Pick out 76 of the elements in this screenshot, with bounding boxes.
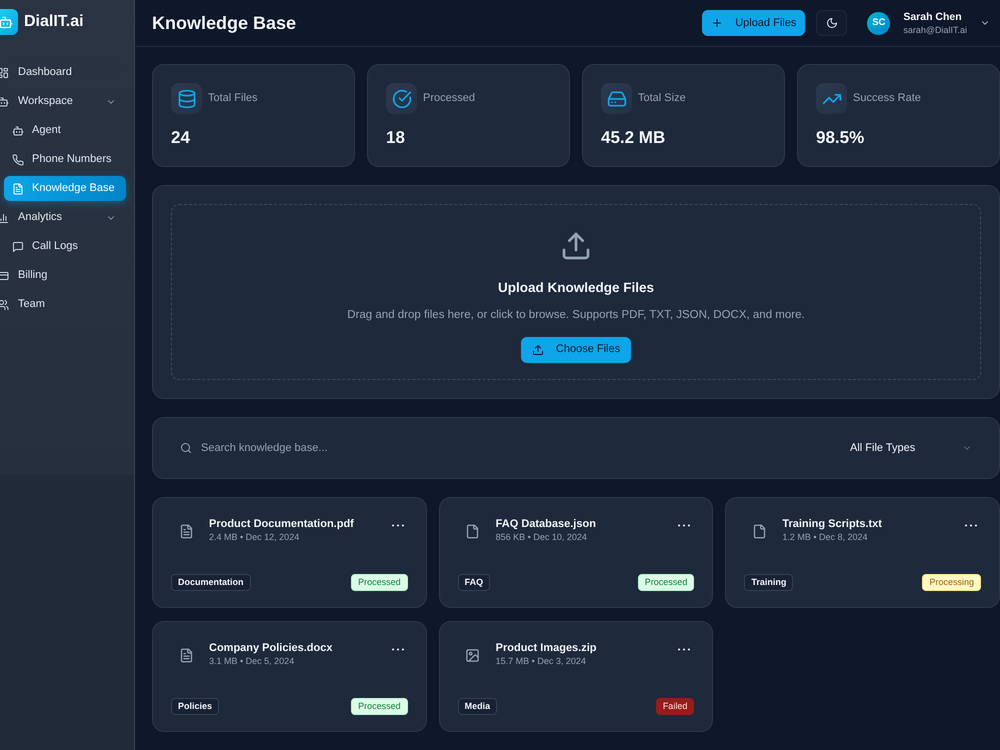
file-card[interactable]: Company Policies.docx 3.1 MB • Dec 5, 2024 Policies Processed	[152, 621, 427, 732]
robot-icon	[0, 96, 9, 108]
upload-title: Upload Knowledge Files	[498, 279, 654, 297]
stat-label: Total Size	[638, 91, 686, 106]
file-card[interactable]: Training Scripts.txt 1.2 MB • Dec 8, 2024 Training Processing	[725, 497, 1000, 608]
upload-icon	[560, 230, 592, 262]
sidebar-item[interactable]: Agent	[4, 118, 126, 143]
stat-value: 45.2 MB	[601, 127, 666, 149]
sidebar-item[interactable]: Call Logs	[4, 234, 126, 259]
sidebar-item[interactable]: Dashboard	[0, 60, 126, 85]
sidebar-item[interactable]: Workspace	[0, 89, 126, 114]
more-icon[interactable]	[678, 524, 690, 527]
hard-drive-icon	[601, 83, 632, 114]
category-tag: Training	[744, 574, 794, 591]
file-card[interactable]: Product Documentation.pdf 2.4 MB • Dec 12, 2024 Documentation Processed	[152, 497, 427, 608]
more-icon[interactable]	[678, 648, 690, 651]
category-tag: Documentation	[171, 574, 251, 591]
status-badge: Processed	[351, 698, 408, 715]
credit-card-icon	[0, 270, 9, 282]
file-meta: 3.1 MB • Dec 5, 2024	[209, 655, 296, 667]
file-meta: 15.7 MB • Dec 3, 2024	[496, 655, 587, 667]
more-icon[interactable]	[964, 524, 977, 527]
more-icon[interactable]	[392, 524, 404, 527]
stat-value: 24	[171, 127, 190, 149]
users-icon	[0, 298, 9, 310]
file-meta: 2.4 MB • Dec 12, 2024	[209, 531, 300, 543]
upload-icon	[532, 344, 544, 356]
phone-icon	[12, 154, 24, 166]
user-name: Sarah Chen	[903, 10, 963, 24]
sidebar-item[interactable]: Billing	[0, 263, 126, 288]
stat-value: 98.5%	[816, 127, 864, 149]
file-name: Training Scripts.txt	[782, 517, 882, 531]
sidebar-item[interactable]: Team	[0, 292, 126, 317]
database-icon	[171, 83, 202, 114]
trending-up-icon	[816, 83, 847, 114]
status-badge: Processed	[351, 574, 408, 591]
search-icon	[180, 442, 192, 454]
file-name: Product Images.zip	[496, 641, 597, 655]
page-title: Knowledge Base	[152, 12, 296, 35]
stat-label: Total Files	[208, 91, 258, 106]
file-meta: 1.2 MB • Dec 8, 2024	[782, 531, 869, 543]
file-card[interactable]: FAQ Database.json 856 KB • Dec 10, 2024 FAQ Processed	[438, 497, 714, 608]
document-icon	[12, 182, 24, 194]
search-field[interactable]: Search knowledge base...	[201, 438, 828, 458]
sidebar-item[interactable]: Knowledge Base	[4, 176, 126, 201]
stat-label: Success Rate	[853, 91, 921, 106]
file-name: Company Policies.docx	[209, 641, 332, 655]
category-tag: FAQ	[458, 574, 490, 591]
theme-toggle-button[interactable]	[816, 10, 848, 36]
file-card[interactable]: Product Images.zip 15.7 MB • Dec 3, 2024 Media Failed	[438, 621, 714, 732]
chat-bubble-icon	[12, 240, 24, 252]
plus-icon	[711, 17, 724, 29]
brand-name: DialIT.ai	[24, 12, 84, 32]
stat-value: 18	[386, 127, 405, 149]
file-name: Product Documentation.pdf	[209, 517, 354, 531]
choose-files-button[interactable]: Choose Files	[520, 336, 632, 362]
upload-files-button[interactable]: Upload Files	[702, 10, 806, 36]
bar-chart-icon	[0, 212, 9, 224]
moon-icon	[826, 17, 838, 29]
upload-description: Drag and drop files here, or click to browse. Supports PDF, TXT, JSON, DOCX, and more.	[347, 308, 805, 324]
robot-icon	[12, 124, 24, 136]
category-tag: Media	[458, 698, 498, 715]
grid-icon	[0, 66, 9, 78]
category-tag: Policies	[171, 698, 220, 715]
file-name: FAQ Database.json	[496, 517, 596, 531]
drop-zone[interactable]: Upload Knowledge Files Drag and drop files here, or click to browse. Supports PDF, TXT, JSON, DOCX, and more. Choose Files	[171, 204, 981, 380]
file-meta: 856 KB • Dec 10, 2024	[496, 531, 588, 543]
status-badge: Processing	[922, 574, 981, 591]
sidebar-item[interactable]: Phone Numbers	[4, 147, 126, 172]
stat-label: Processed	[423, 91, 475, 106]
user-email: sarah@DialIT.ai	[903, 24, 967, 36]
status-badge: Failed	[656, 698, 694, 715]
file-type-select[interactable]: All File Types	[840, 430, 982, 466]
status-badge: Processed	[638, 574, 694, 591]
sidebar-item[interactable]: Analytics	[0, 205, 126, 230]
more-icon[interactable]	[392, 648, 404, 651]
